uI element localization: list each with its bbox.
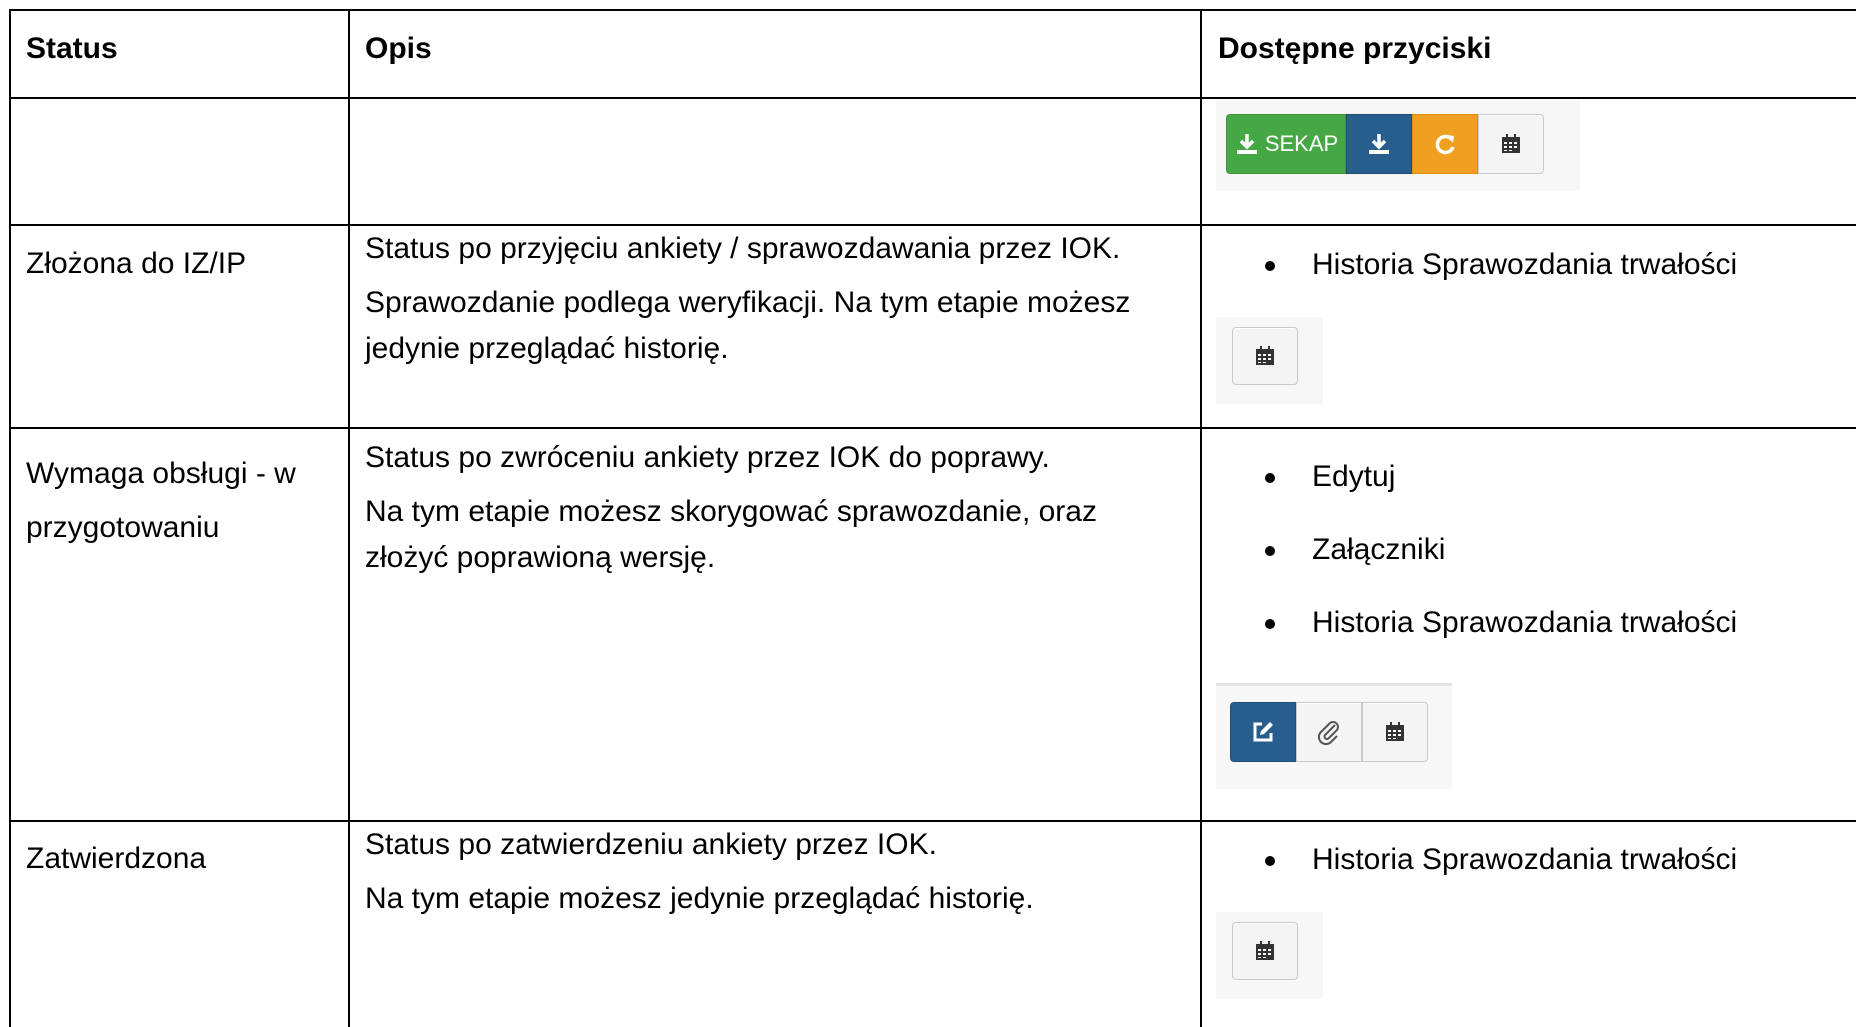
attachments-button [1296, 702, 1362, 762]
status-table: Status Opis Dostępne przyciski SEKAP Zło… [0, 0, 1856, 1027]
description-cell: Status po przyjęciu ankiety / sprawozdaw… [365, 230, 1130, 368]
description-cell: Status po zwróceniu ankiety przez IOK do… [365, 439, 1097, 577]
header-buttons: Dostępne przyciski [1218, 32, 1492, 65]
table-border [9, 224, 1856, 226]
refresh-button [1412, 114, 1478, 174]
status-line: przygotowaniu [26, 511, 220, 544]
list-item-label: Historia Sprawozdania trwałości [1312, 248, 1738, 281]
sekap-label: SEKAP [1264, 131, 1339, 156]
description-line: Status po zatwierdzeniu ankiety przez IO… [365, 828, 937, 861]
refresh-icon [1435, 134, 1455, 155]
bullet-dot [1265, 546, 1275, 556]
download-icon [1236, 134, 1257, 154]
edit-icon [1253, 722, 1273, 742]
list-item-label: Historia Sprawozdania trwałości [1312, 606, 1738, 639]
table-border [9, 820, 1856, 822]
list-item: Historia Sprawozdania trwałości [1265, 604, 1738, 642]
calendar-button [1478, 114, 1544, 174]
table-border [9, 9, 1856, 11]
calendar-button [1232, 922, 1298, 980]
bullet-dot [1265, 473, 1275, 483]
status-line: Wymaga obsługi - w [26, 457, 296, 490]
list-item-label: Załączniki [1312, 533, 1446, 566]
description-line: złożyć poprawioną wersję. [365, 541, 716, 574]
description-cell: Status po zatwierdzeniu ankiety przez IO… [365, 826, 1034, 918]
list-item-label: Historia Sprawozdania trwałości [1312, 843, 1738, 876]
status-cell: Zatwierdzona [26, 842, 207, 875]
list-item: Historia Sprawozdania trwałości [1265, 841, 1738, 879]
sekap-download-button: SEKAP [1226, 114, 1346, 174]
buttons-screenshot [1216, 317, 1323, 404]
calendar-button [1232, 327, 1298, 385]
list-item-label: Edytuj [1312, 460, 1396, 493]
calendar-icon [1386, 722, 1404, 741]
download-button [1346, 114, 1412, 174]
description-line: Na tym etapie możesz jedynie przeglądać … [365, 882, 1034, 915]
description-line: Status po zwróceniu ankiety przez IOK do… [365, 441, 1050, 474]
list-item: Edytuj [1265, 458, 1396, 496]
description-line: Status po przyjęciu ankiety / sprawozdaw… [365, 232, 1121, 265]
list-item: Załączniki [1265, 531, 1446, 569]
calendar-icon [1256, 346, 1274, 365]
bullet-dot [1265, 619, 1275, 629]
bullet-dot [1265, 261, 1275, 271]
bullet-dot [1265, 856, 1275, 866]
buttons-screenshot [1216, 912, 1323, 999]
download-icon [1369, 134, 1389, 154]
description-line: jedynie przeglądać historię. [365, 332, 729, 365]
description-line: Na tym etapie możesz skorygować sprawozd… [365, 495, 1097, 528]
buttons-screenshot: SEKAP [1216, 100, 1580, 191]
table-border [348, 10, 350, 1027]
calendar-button [1362, 702, 1428, 762]
calendar-icon [1502, 134, 1520, 153]
list-item: Historia Sprawozdania trwałości [1265, 246, 1738, 284]
buttons-screenshot [1216, 683, 1452, 789]
calendar-icon [1256, 941, 1274, 960]
edit-button [1230, 702, 1296, 762]
header-description: Opis [365, 32, 432, 65]
header-status: Status [26, 32, 118, 65]
status-cell: Wymaga obsługi - w przygotowaniu [26, 455, 296, 547]
status-cell: Złożona do IZ/IP [26, 247, 247, 280]
table-border [1200, 10, 1202, 1027]
table-border [9, 427, 1856, 429]
paperclip-icon [1317, 721, 1339, 745]
description-line: Sprawozdanie podlega weryfikacji. Na tym… [365, 286, 1131, 319]
table-border [9, 10, 11, 1027]
table-border [9, 97, 1856, 99]
